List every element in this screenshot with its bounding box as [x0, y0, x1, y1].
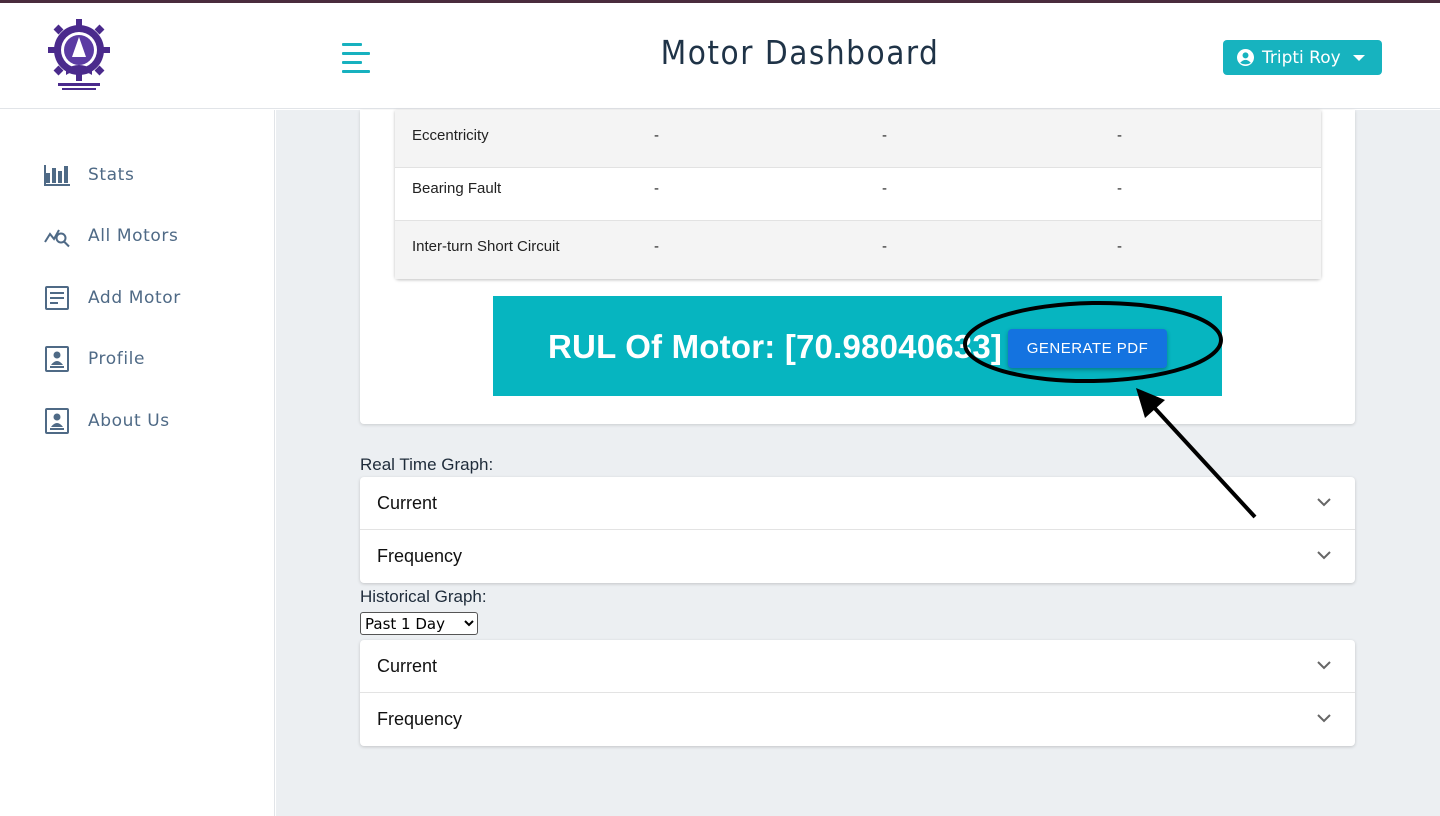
page-title: Motor Dashboard [660, 33, 940, 72]
sidebar-item-add-motor[interactable]: Add Motor [44, 283, 181, 313]
historical-accordion: Current Frequency [360, 640, 1355, 746]
caret-down-icon [1352, 54, 1365, 61]
sidebar-item-profile[interactable]: Profile [44, 344, 145, 374]
sidebar-item-all-motors[interactable]: All Motors [44, 221, 178, 251]
accordion-frequency[interactable]: Frequency [360, 693, 1355, 746]
chevron-down-icon [1317, 498, 1331, 507]
user-menu-button[interactable]: Tripti Roy [1223, 40, 1382, 75]
fault-value: - [654, 127, 659, 144]
real-time-accordion: Current Frequency [360, 477, 1355, 583]
accordion-title: Frequency [377, 709, 463, 729]
fault-name: Bearing Fault [412, 180, 502, 197]
history-range-select[interactable]: Past 1 Day [360, 612, 478, 635]
fault-value: - [654, 180, 659, 197]
user-name: Tripti Roy [1262, 47, 1341, 68]
institute-logo [48, 19, 110, 90]
hamburger-line [342, 61, 362, 64]
table-row: Eccentricity - - - [395, 110, 1321, 168]
table-row: Inter-turn Short Circuit - - - [395, 221, 1321, 279]
header: Motor Dashboard Tripti Roy [0, 3, 1440, 109]
fault-value: - [654, 238, 659, 255]
rul-banner: RUL Of Motor: [70.98040633] GENERATE PDF [493, 296, 1222, 396]
chart-search-icon [44, 223, 70, 249]
accordion-title: Current [377, 493, 438, 513]
sidebar-item-label: About Us [88, 411, 170, 431]
sidebar-item-label: All Motors [88, 226, 179, 246]
hamburger-menu-icon [342, 43, 362, 46]
sidebar-item-label: Stats [88, 165, 135, 185]
hamburger-line [342, 52, 370, 55]
profile-card-icon [44, 346, 70, 372]
historical-graph-label: Historical Graph: [360, 587, 487, 606]
form-icon [44, 285, 70, 311]
accordion-frequency[interactable]: Frequency [360, 530, 1355, 583]
sidebar-item-label: Add Motor [88, 288, 181, 308]
accordion-title: Frequency [377, 546, 463, 566]
chevron-down-icon [1317, 661, 1331, 670]
fault-name: Inter-turn Short Circuit [412, 238, 560, 255]
sidebar-item-label: Profile [88, 349, 146, 369]
generate-pdf-button[interactable]: GENERATE PDF [1008, 329, 1167, 368]
fault-value: - [1117, 127, 1122, 144]
profile-card-icon [44, 408, 70, 434]
fault-name: Eccentricity [412, 127, 489, 144]
table-row: Bearing Fault - - - [395, 163, 1321, 221]
user-circle-icon [1237, 49, 1254, 66]
accordion-current[interactable]: Current [360, 640, 1355, 693]
chevron-down-icon [1317, 714, 1331, 723]
fault-table: Eccentricity - - - Bearing Fault - - - I… [395, 110, 1321, 279]
fault-value: - [882, 127, 887, 144]
fault-value: - [1117, 180, 1122, 197]
main-content: Eccentricity - - - Bearing Fault - - - I… [276, 110, 1440, 816]
sidebar: Stats All Motors Add Motor Profile About… [0, 110, 275, 816]
hamburger-line [342, 70, 370, 73]
real-time-graph-label: Real Time Graph: [360, 455, 494, 474]
accordion-title: Current [377, 656, 438, 676]
bar-chart-icon [44, 162, 70, 188]
sidebar-item-about-us[interactable]: About Us [44, 406, 170, 436]
accordion-current[interactable]: Current [360, 477, 1355, 530]
sidebar-item-stats[interactable]: Stats [44, 160, 134, 190]
fault-value: - [882, 238, 887, 255]
motor-card: Eccentricity - - - Bearing Fault - - - I… [360, 110, 1355, 424]
fault-value: - [1117, 238, 1122, 255]
menu-toggle-button[interactable] [342, 43, 374, 73]
rul-value: RUL Of Motor: [70.98040633] [548, 328, 1003, 365]
fault-value: - [882, 180, 887, 197]
chevron-down-icon [1317, 551, 1331, 560]
